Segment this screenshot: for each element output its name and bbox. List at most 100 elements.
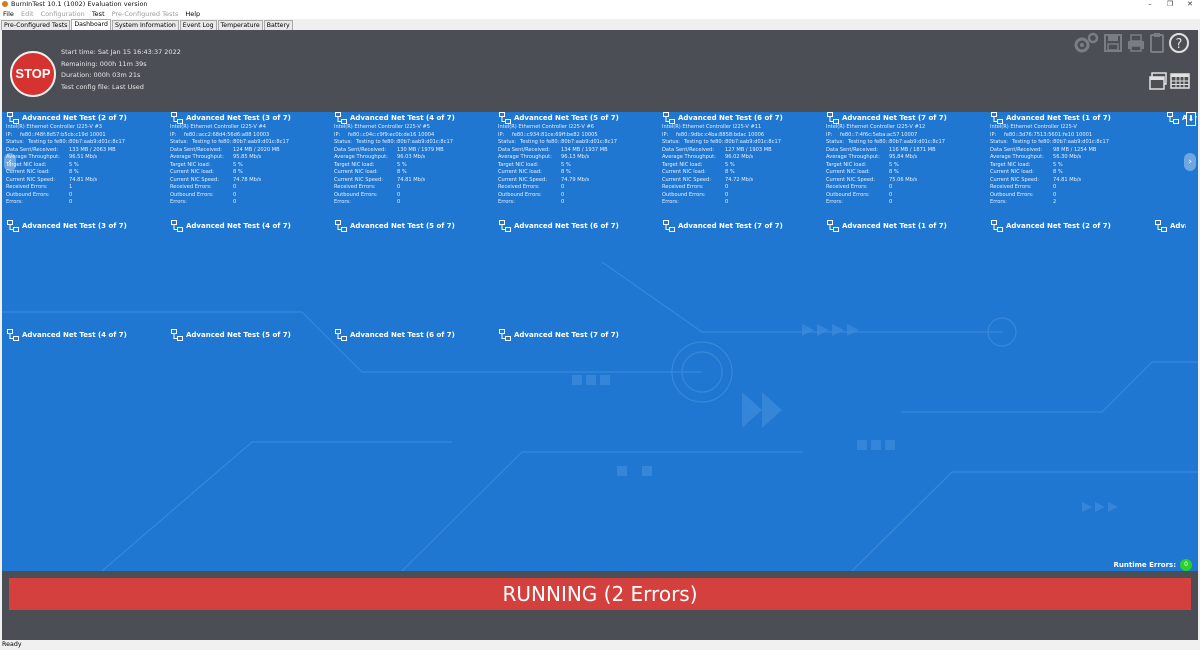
stat-row: IP: fe80::3d76:7513:5601:fe10 10001 [988,132,1150,140]
test-panel[interactable]: Advanced Net Test (1 of 7) Intel(R) Ether… [988,112,1150,207]
print-icon[interactable] [1126,33,1146,53]
help-icon[interactable]: ? [1168,32,1190,54]
test-panel[interactable]: Advanced Net Test (4 of 7) [4,329,166,341]
network-icon [827,112,839,124]
stat-row: Errors: 0 [660,199,822,207]
test-panel-title: Advanced Net Test (4 of 7) [168,220,330,232]
minimize-button[interactable]: – [1140,0,1160,9]
stat-label: Outbound Errors: [990,191,1034,198]
menu-test[interactable]: Test [92,10,105,18]
close-button[interactable]: ✕ [1180,0,1200,9]
stop-button[interactable]: STOP [10,51,56,97]
stat-label: Current NIC Speed: [334,176,383,183]
restore-button[interactable]: ❐ [1160,0,1180,9]
stat-value: 74.79 Mb/s [561,176,590,183]
menu-pre-configured-tests[interactable]: Pre-Configured Tests [112,10,179,18]
stat-label: Current NIC load: [990,169,1034,175]
status-text: Ready [2,641,22,648]
settings-gears-icon[interactable] [1072,32,1100,54]
runtime-errors-indicator[interactable]: 0 [1180,559,1192,571]
network-icon [171,112,183,124]
network-icon [7,220,19,232]
clipboard-icon[interactable] [1149,32,1165,54]
stat-row: Data Sent/Received: 98 MB / 1254 MB [988,147,1150,155]
tab-temperature[interactable]: Temperature [217,20,263,30]
test-panel[interactable]: Advanced Net Test (1 of 7) [824,220,986,232]
tab-pre-configured-tests[interactable]: Pre-Configured Tests [1,20,71,30]
stat-label: Current NIC Speed: [170,176,219,183]
test-panel[interactable]: Advanced Net Test (5 of 7) [332,220,494,232]
stat-label: Current NIC load: [6,169,50,175]
stat-value: Testing to fe80::80b7:aab9:d01c:8c17 [28,139,125,145]
test-panel[interactable]: Advanced Net Test (5 of 7) Intel(R) Ether… [496,112,658,207]
dashboard-header: STOP Start time: Sat Jan 15 16:43:37 202… [2,30,1198,112]
stat-label: Outbound Errors: [826,191,870,198]
test-panel[interactable]: Advanced Net Test (6 of 7) [496,220,658,232]
stat-value: 0 [69,199,73,205]
test-panel[interactable]: Advanced Net Test (2 of 7) [988,220,1150,232]
menu-configuration[interactable]: Configuration [41,10,85,18]
test-panel[interactable]: Advanced Net Test (4 of 7) Intel(R) Ether… [332,112,494,207]
menu-help[interactable]: Help [185,10,200,18]
tab-event-log[interactable]: Event Log [179,20,217,30]
test-panel[interactable]: Advanced Net Test (6 of 7) Intel(R) Ether… [660,112,822,207]
tab-battery[interactable]: Battery [263,20,293,30]
stat-row: Received Errors: 0 [824,184,986,192]
test-panel-title: Advanced Net Test (5 of 7) [496,112,658,124]
stat-label: Current NIC Speed: [6,176,55,183]
test-panel-title: Advanced Net Test (6 of 7) [660,112,822,124]
tab-dashboard[interactable]: Dashboard [71,19,111,30]
test-panel-title: Advanced Net Test (2 of 7) [4,112,166,124]
stat-label: Errors: [826,199,843,205]
stat-value: 0 [561,184,565,190]
stat-label: Status: [6,139,24,145]
stat-value: fe80::3d76:7513:5601:fe10 10001 [1004,131,1093,138]
test-panel[interactable]: Advanced Net Test (4 of 7) [168,220,330,232]
test-panel[interactable]: Advanced Net Test (3 of 7) [4,220,166,232]
stat-value: Testing to fe80::80b7:aab9:d01c:8c17 [684,139,781,145]
stat-row: Target NIC load: 5 % [824,162,986,170]
stat-label: Data Sent/Received: [334,146,386,153]
stat-value: 8 % [397,169,407,175]
stat-label: IP: [826,131,833,138]
window-view-icon[interactable] [1149,72,1167,94]
next-page-button[interactable]: › [1184,153,1196,171]
test-config-file: Test config file: Last Used [61,82,144,91]
stat-row: Errors: 0 [4,199,166,207]
test-panel[interactable]: Advance [1152,220,1186,232]
stat-value: 0 [561,191,565,198]
test-panel[interactable]: Advanced Net Test (6 of 7) [332,329,494,341]
stat-label: Received Errors: [662,184,704,190]
test-panel-title-text: Advanced Net Test (3 of 7) [22,222,127,230]
table-view-icon[interactable] [1170,72,1190,94]
test-panel[interactable]: Advanced Net Test (7 of 7) [496,329,658,341]
dashboard: STOP Start time: Sat Jan 15 16:43:37 202… [2,30,1198,640]
menu-file[interactable]: File [3,10,14,18]
test-panel[interactable]: Advanced Net Test (7 of 7) [660,220,822,232]
previous-page-button[interactable]: ‹ [4,153,16,171]
stat-row: Received Errors: 0 [660,184,822,192]
test-panel-title-text: Advanced Net Test (6 of 7) [514,222,619,230]
scroll-down-icon[interactable]: ⬇ [1186,112,1196,126]
stat-label: Received Errors: [826,184,868,190]
stat-value: 2 [1053,199,1057,205]
stat-label: Status: [170,139,188,145]
stat-label: Outbound Errors: [334,191,378,198]
test-panel[interactable]: Advanced Net Test (5 of 7) [168,329,330,341]
stat-value: Testing to fe80::80b7:aab9:d01c:8c17 [192,139,289,145]
menu-edit[interactable]: Edit [21,10,34,18]
test-panel[interactable]: Advanced Net Test (7 of 7) Intel(R) Ether… [824,112,986,207]
test-panel[interactable]: Advanced Net Test (2 of 7) Intel(R) Ether… [4,112,166,207]
stat-label: Outbound Errors: [6,191,50,198]
network-icon [171,329,183,341]
stat-row: Average Throughput: 95.85 Mb/s [168,154,330,162]
stat-label: Current NIC Speed: [498,176,547,183]
tab-system-information[interactable]: System Information [111,20,179,30]
test-panel-title-text: Advanced Net Test (5 of 7) [186,331,291,339]
save-icon[interactable] [1103,33,1123,53]
test-panel[interactable]: Advanced Net Test (3 of 7) Intel(R) Ether… [168,112,330,207]
svg-text:?: ? [1176,37,1183,52]
stat-row: Current NIC load: 8 % [988,169,1150,177]
network-icon [499,112,511,124]
stat-value: 74.81 Mb/s [397,176,426,183]
